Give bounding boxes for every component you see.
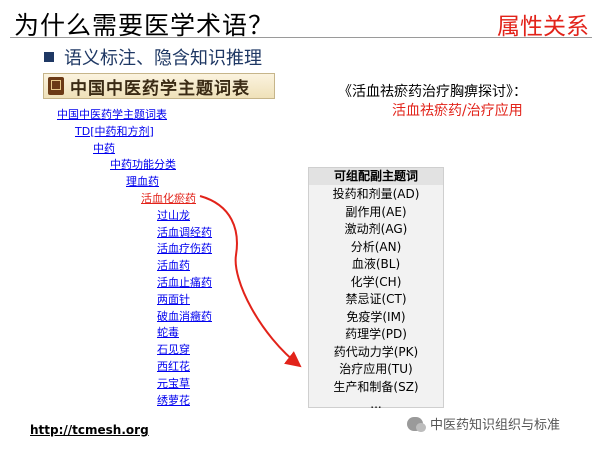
- relation-arrow: [199, 195, 302, 368]
- source-url-link[interactable]: http://tcmesh.org: [30, 423, 149, 437]
- wechat-icon: [407, 416, 426, 432]
- relation-arrow-line: [199, 195, 302, 368]
- watermark: 中医药知识组织与标准: [407, 414, 560, 433]
- watermark-text: 中医药知识组织与标准: [430, 418, 561, 433]
